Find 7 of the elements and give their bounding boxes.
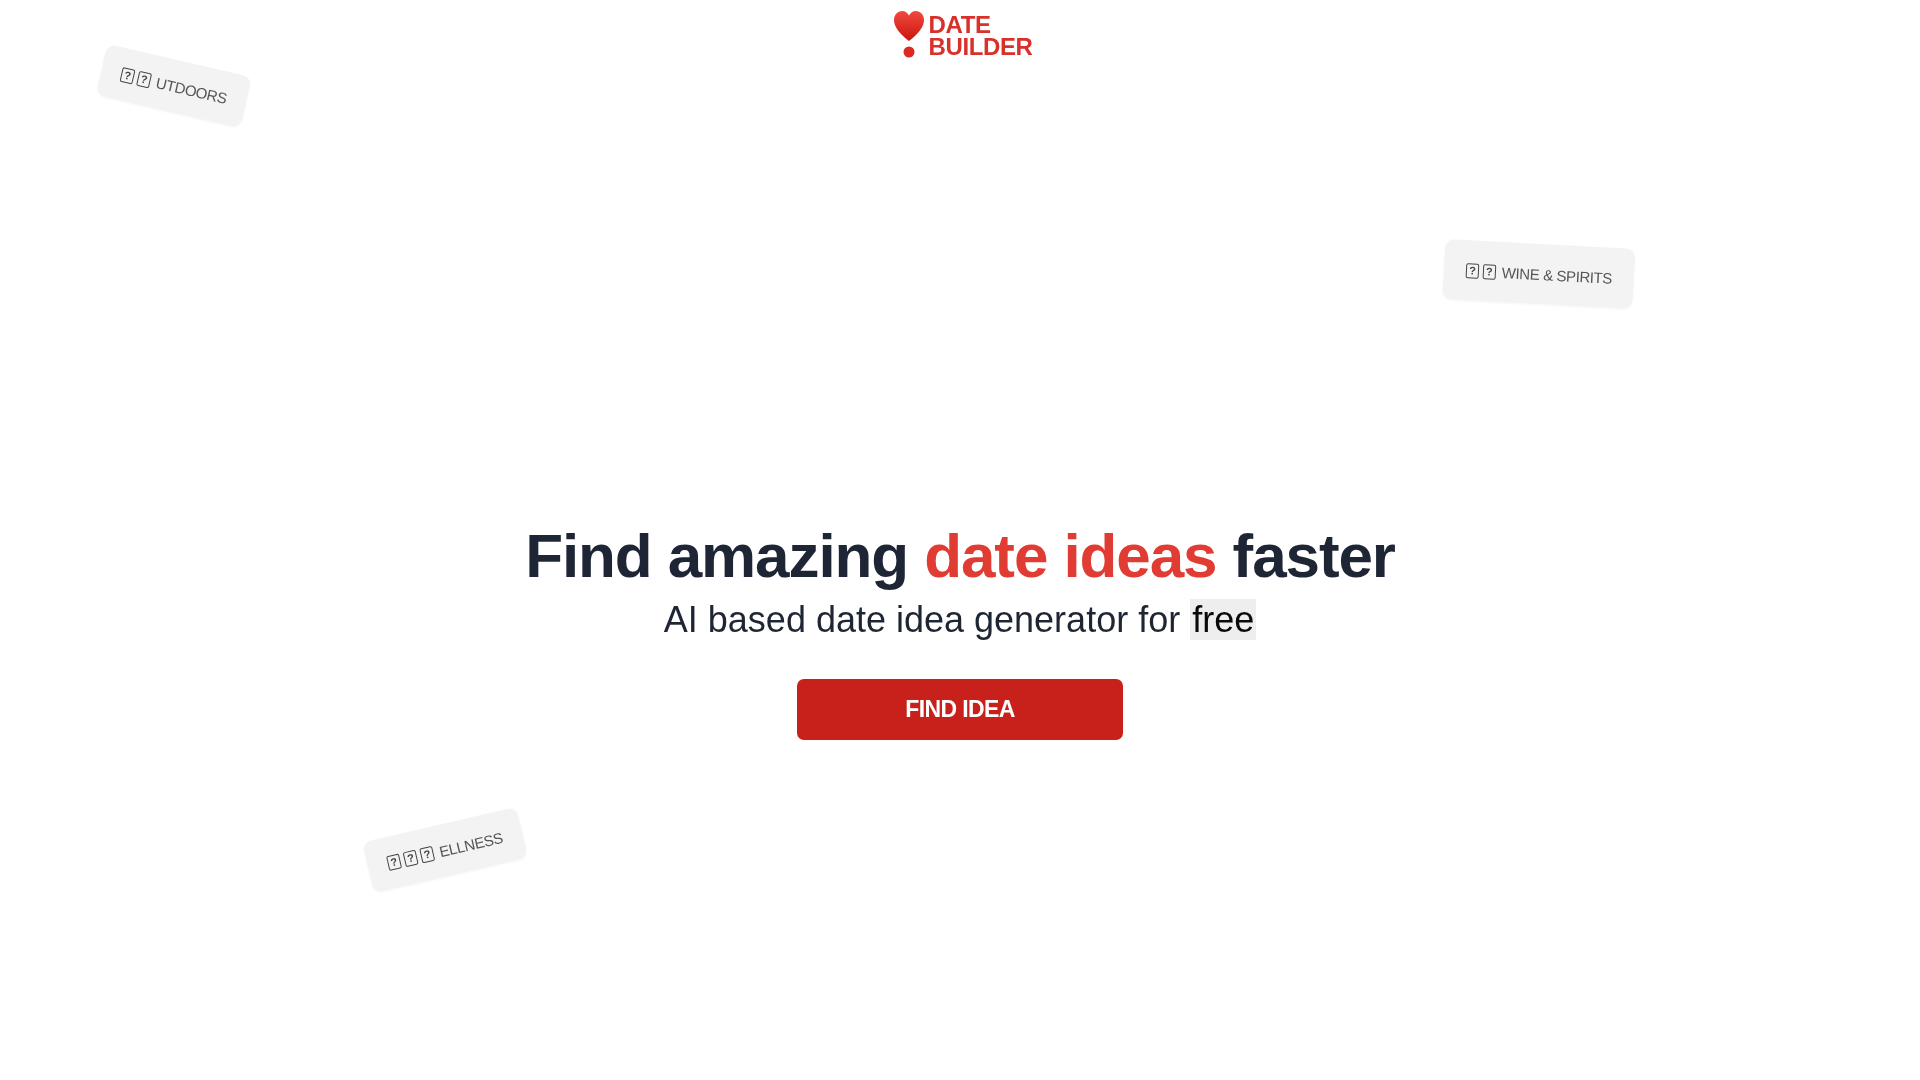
- heart-exclamation-icon: [893, 11, 924, 59]
- tag-label: ELLNESS: [437, 828, 505, 860]
- find-idea-button[interactable]: FIND IDEA: [797, 679, 1123, 740]
- headline: Find amazing date ideas faster: [525, 520, 1395, 592]
- tag-label: WINE & SPIRITS: [1501, 263, 1613, 287]
- logo-text: DATE BUILDER: [928, 11, 1033, 58]
- subtitle: AI based date idea generator for free: [663, 599, 1257, 641]
